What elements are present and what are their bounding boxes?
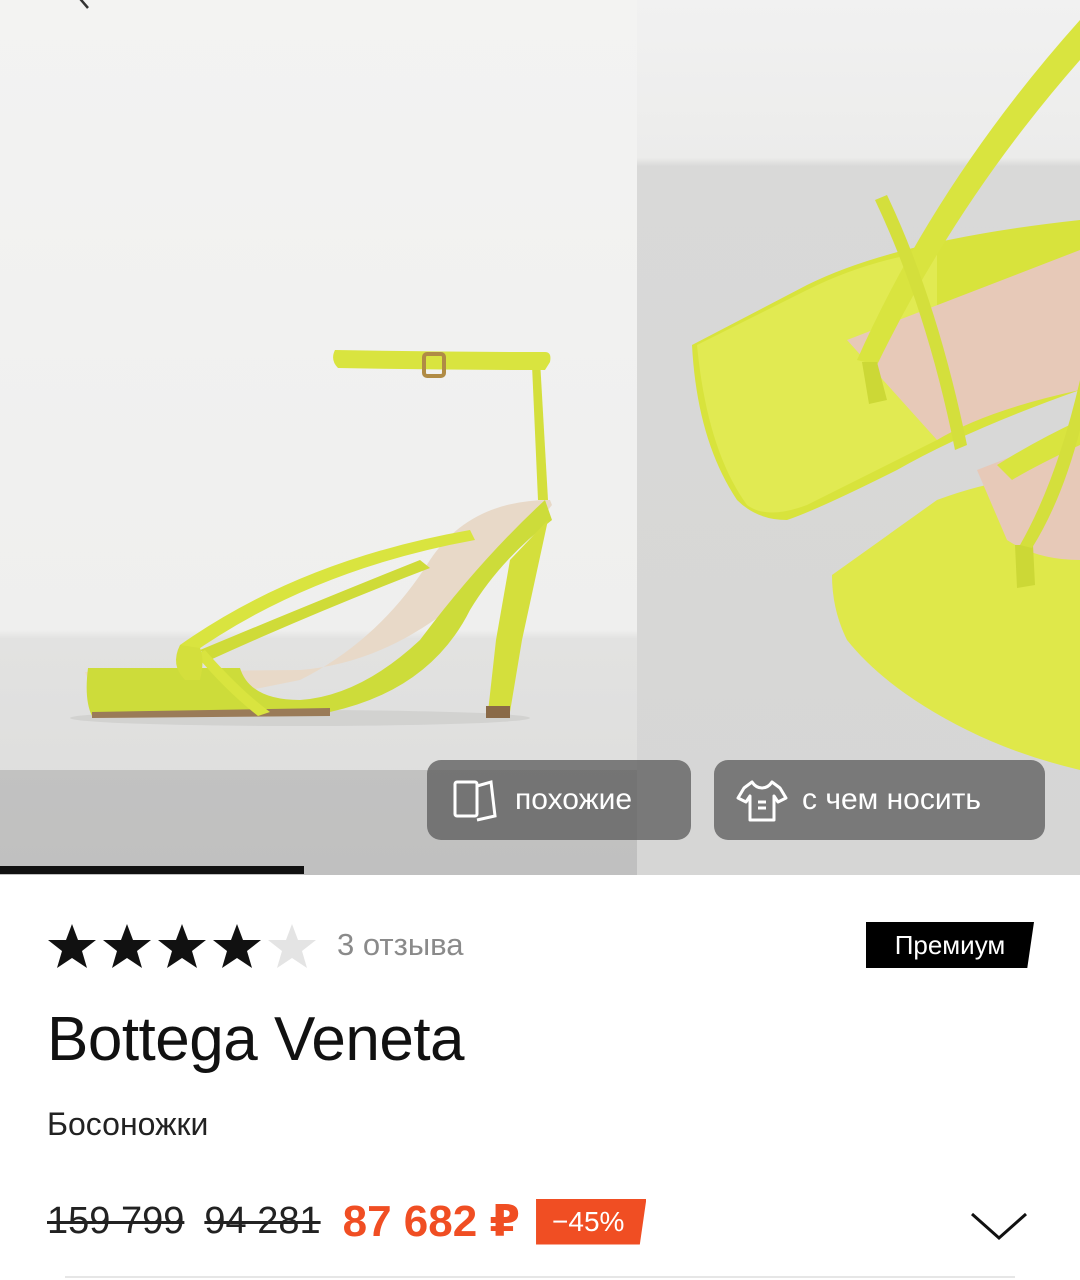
star-empty-icon [268, 924, 316, 968]
star-filled-icon [213, 924, 261, 968]
gallery-progress-indicator [0, 866, 304, 874]
product-photo-side[interactable] [0, 0, 637, 875]
what-to-wear-button[interactable]: с чем носить [714, 760, 1045, 840]
product-photo-closeup[interactable] [637, 0, 1080, 875]
star-filled-icon [48, 924, 96, 968]
divider [65, 1276, 1015, 1278]
chevron-down-icon[interactable] [968, 1208, 1030, 1244]
reviews-count-link[interactable]: 3 отзыва [337, 927, 463, 963]
discount-badge: −45% [536, 1198, 647, 1245]
star-filled-icon [158, 924, 206, 968]
price-block: 159 799 94 281 87 682 ₽ −45% [47, 1196, 647, 1247]
tshirt-icon [736, 780, 788, 822]
product-category: Босоножки [47, 1106, 209, 1142]
similar-items-label: похожие [515, 783, 633, 816]
product-gallery[interactable]: похожие с чем носить [0, 0, 1080, 875]
rating-stars[interactable] [46, 922, 318, 970]
what-to-wear-label: с чем носить [802, 783, 981, 816]
back-arrow-icon[interactable] [72, 0, 102, 18]
previous-price: 94 281 [204, 1200, 321, 1242]
similar-cards-icon [453, 780, 497, 822]
premium-badge: Премиум [866, 922, 1034, 968]
brand-name[interactable]: Bottega Veneta [47, 1004, 465, 1075]
original-price: 159 799 [47, 1200, 185, 1242]
current-price: 87 682 ₽ [342, 1197, 521, 1246]
similar-items-button[interactable]: похожие [427, 760, 691, 840]
star-filled-icon [103, 924, 151, 968]
